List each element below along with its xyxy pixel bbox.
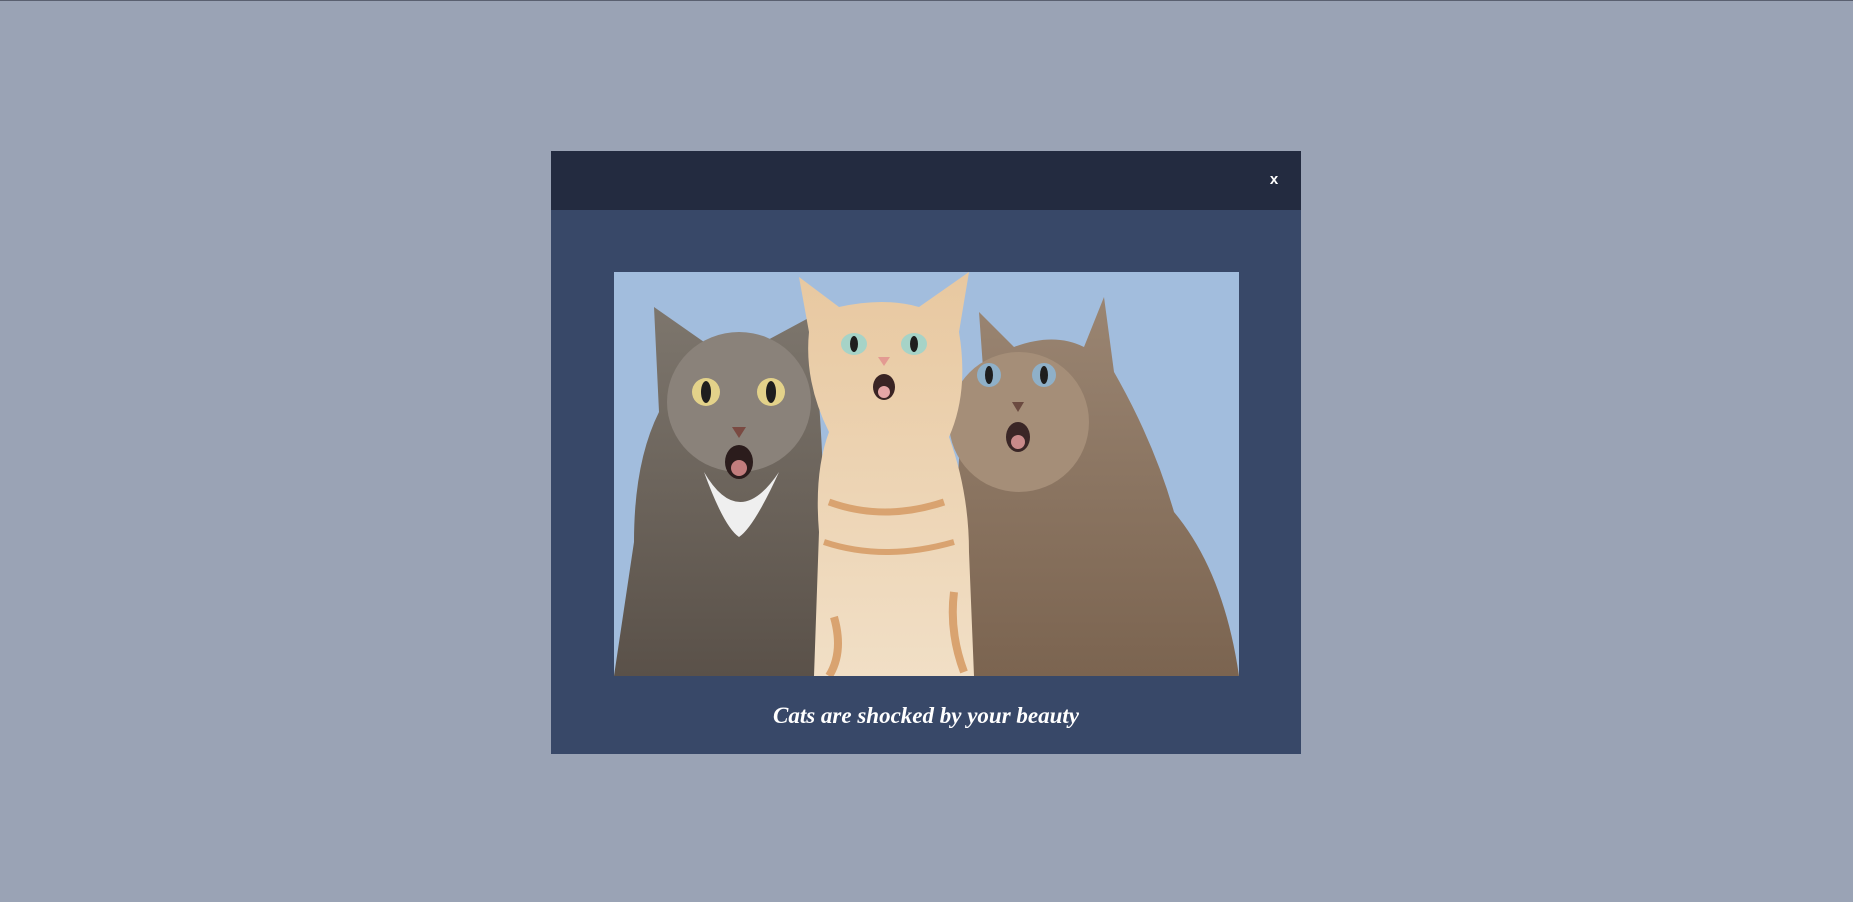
top-border-line <box>0 0 1853 1</box>
orange-cat <box>799 272 974 676</box>
close-button[interactable]: x <box>1259 165 1289 195</box>
cats-photo <box>614 272 1239 676</box>
image-modal: x Cats are shocked by your beauty <box>551 151 1301 754</box>
modal-header: x <box>551 151 1301 210</box>
modal-caption: Cats are shocked by your beauty <box>772 703 1079 728</box>
